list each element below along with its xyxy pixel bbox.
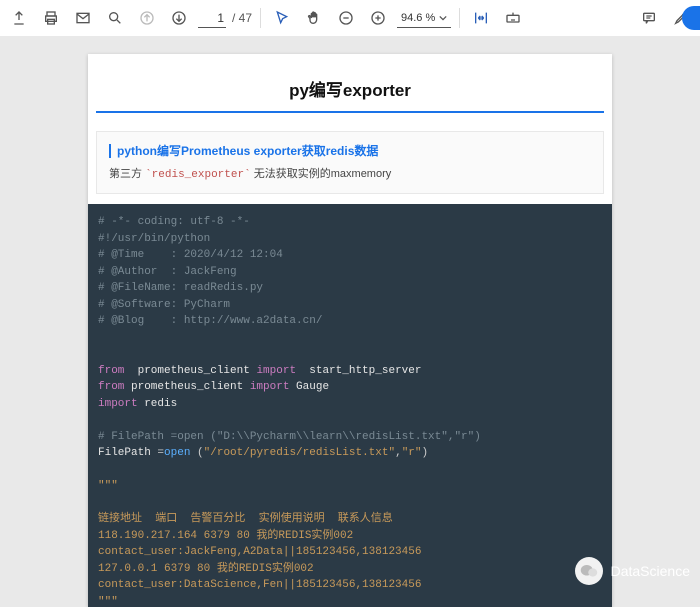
callout-inline-code: `redis_exporter` <box>145 169 251 181</box>
pointer-icon[interactable] <box>269 5 295 31</box>
comment-icon[interactable] <box>636 5 662 31</box>
document-page: py编写exporter python编写Prometheus exporter… <box>88 54 612 607</box>
watermark-label: DataScience <box>611 563 690 579</box>
toolbar-separator <box>260 8 261 28</box>
pdf-toolbar: / 47 94.6 % <box>0 0 700 37</box>
callout-title: python编写Prometheus exporter获取redis数据 <box>117 142 378 159</box>
code-block: # -*- coding: utf-8 -*- #!/usr/bin/pytho… <box>88 204 612 607</box>
callout-box: python编写Prometheus exporter获取redis数据 第三方… <box>96 131 604 194</box>
side-panel-toggle[interactable] <box>682 6 700 30</box>
zoom-out-icon[interactable] <box>333 5 359 31</box>
prev-page-icon[interactable] <box>134 5 160 31</box>
document-stage: py编写exporter python编写Prometheus exporter… <box>0 36 700 607</box>
print-icon[interactable] <box>38 5 64 31</box>
toolbar-separator <box>459 8 460 28</box>
zoom-in-icon[interactable] <box>365 5 391 31</box>
watermark-avatar <box>575 557 603 585</box>
callout-accent <box>109 144 111 158</box>
page-number-input[interactable] <box>198 9 226 28</box>
page-title: py编写exporter <box>88 54 612 111</box>
hand-icon[interactable] <box>301 5 327 31</box>
fit-width-icon[interactable] <box>468 5 494 31</box>
zoom-value: 94.6 % <box>401 12 435 24</box>
search-icon[interactable] <box>102 5 128 31</box>
email-icon[interactable] <box>70 5 96 31</box>
watermark: DataScience <box>575 557 690 585</box>
title-underline <box>96 111 604 113</box>
page-total: / 47 <box>232 11 252 25</box>
callout-text-suffix: 无法获取实例的maxmemory <box>254 168 392 180</box>
next-page-icon[interactable] <box>166 5 192 31</box>
callout-body: 第三方 `redis_exporter` 无法获取实例的maxmemory <box>109 165 591 181</box>
callout-text-prefix: 第三方 <box>109 168 142 180</box>
wechat-icon <box>580 564 598 578</box>
upload-icon[interactable] <box>6 5 32 31</box>
keyboard-icon[interactable] <box>500 5 526 31</box>
chevron-down-icon <box>439 14 447 22</box>
zoom-dropdown[interactable]: 94.6 % <box>397 9 451 28</box>
